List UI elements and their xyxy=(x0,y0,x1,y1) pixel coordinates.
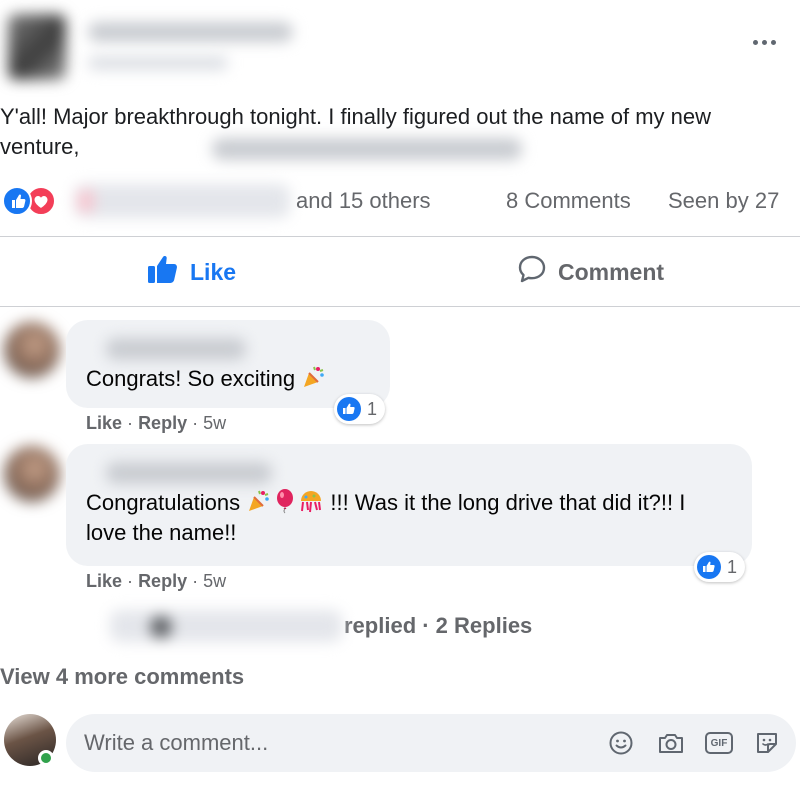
view-replies-link[interactable]: replied · 2 Replies xyxy=(110,608,532,644)
comment-reply-link[interactable]: Reply xyxy=(138,571,187,591)
commenter-name-redacted[interactable] xyxy=(106,462,272,484)
comment-bubble: Congratulations !!! Was it the long driv… xyxy=(66,444,752,566)
author-name-redacted[interactable] xyxy=(88,22,293,42)
reactions-others-link[interactable]: and 15 others xyxy=(296,186,431,216)
comment-timestamp[interactable]: 5w xyxy=(203,571,226,591)
like-reaction-icon xyxy=(337,397,361,421)
commenter-avatar[interactable] xyxy=(4,446,60,502)
more-options-icon[interactable] xyxy=(744,30,784,54)
replies-count-text: replied · 2 Replies xyxy=(344,613,533,638)
thumbs-up-icon xyxy=(146,253,180,291)
comment-reaction-badge[interactable]: 1 xyxy=(694,552,746,582)
comment-text-body: Congrats! So exciting xyxy=(86,366,296,391)
party-popper-icon xyxy=(301,364,327,390)
view-more-comments-link[interactable]: View 4 more comments xyxy=(0,664,244,690)
comment-timestamp[interactable]: 5w xyxy=(203,413,226,433)
comment-button-label: Comment xyxy=(558,258,665,285)
author-avatar[interactable] xyxy=(8,14,66,80)
comment-reaction-badge[interactable]: 1 xyxy=(334,394,386,424)
comment-composer: GIF xyxy=(66,714,796,772)
comment-text: Congratulations !!! Was it the long driv… xyxy=(86,488,726,548)
like-reaction-icon xyxy=(697,555,721,579)
reaction-count: 1 xyxy=(367,398,378,419)
emoji-icon[interactable] xyxy=(606,728,636,758)
venture-name-redacted xyxy=(212,138,522,160)
comment-input[interactable] xyxy=(84,714,584,772)
comment-reply-link[interactable]: Reply xyxy=(138,413,187,433)
reaction-count: 1 xyxy=(727,556,738,577)
confetti-ball-icon xyxy=(298,488,324,514)
like-button-label: Like xyxy=(190,258,237,285)
comment-like-link[interactable]: Like xyxy=(86,413,122,433)
comment-meta: Like · Reply · 5w xyxy=(86,570,226,592)
comment-text: Congrats! So exciting xyxy=(86,364,327,394)
commenter-avatar[interactable] xyxy=(4,322,60,378)
reactor-names-redacted[interactable] xyxy=(74,184,290,218)
divider xyxy=(0,236,800,237)
comments-count-link[interactable]: 8 Comments xyxy=(506,186,631,216)
like-button[interactable]: Like xyxy=(146,254,236,290)
comment-like-link[interactable]: Like xyxy=(86,571,122,591)
like-reaction-icon[interactable] xyxy=(2,186,32,216)
meta-separator: · xyxy=(127,413,134,433)
speech-bubble-icon xyxy=(516,253,548,291)
online-status-indicator xyxy=(38,750,54,766)
commenter-name-redacted[interactable] xyxy=(106,338,246,360)
sticker-icon[interactable] xyxy=(752,728,782,758)
gif-icon[interactable]: GIF xyxy=(704,728,734,758)
seen-by-link[interactable]: Seen by 27 xyxy=(668,186,779,216)
meta-separator: · xyxy=(127,571,134,591)
comment-meta: Like · Reply · 5w xyxy=(86,412,226,434)
gif-label: GIF xyxy=(705,732,733,754)
meta-separator: · xyxy=(192,413,199,433)
divider xyxy=(0,306,800,307)
comment-text-body: Congratulations xyxy=(86,490,241,515)
party-popper-icon xyxy=(246,488,272,514)
replier-redacted xyxy=(110,610,342,642)
camera-icon[interactable] xyxy=(656,728,686,758)
meta-separator: · xyxy=(192,571,199,591)
post-meta-redacted xyxy=(88,56,228,70)
comment-button[interactable]: Comment xyxy=(516,254,664,290)
balloon-icon xyxy=(272,488,298,514)
